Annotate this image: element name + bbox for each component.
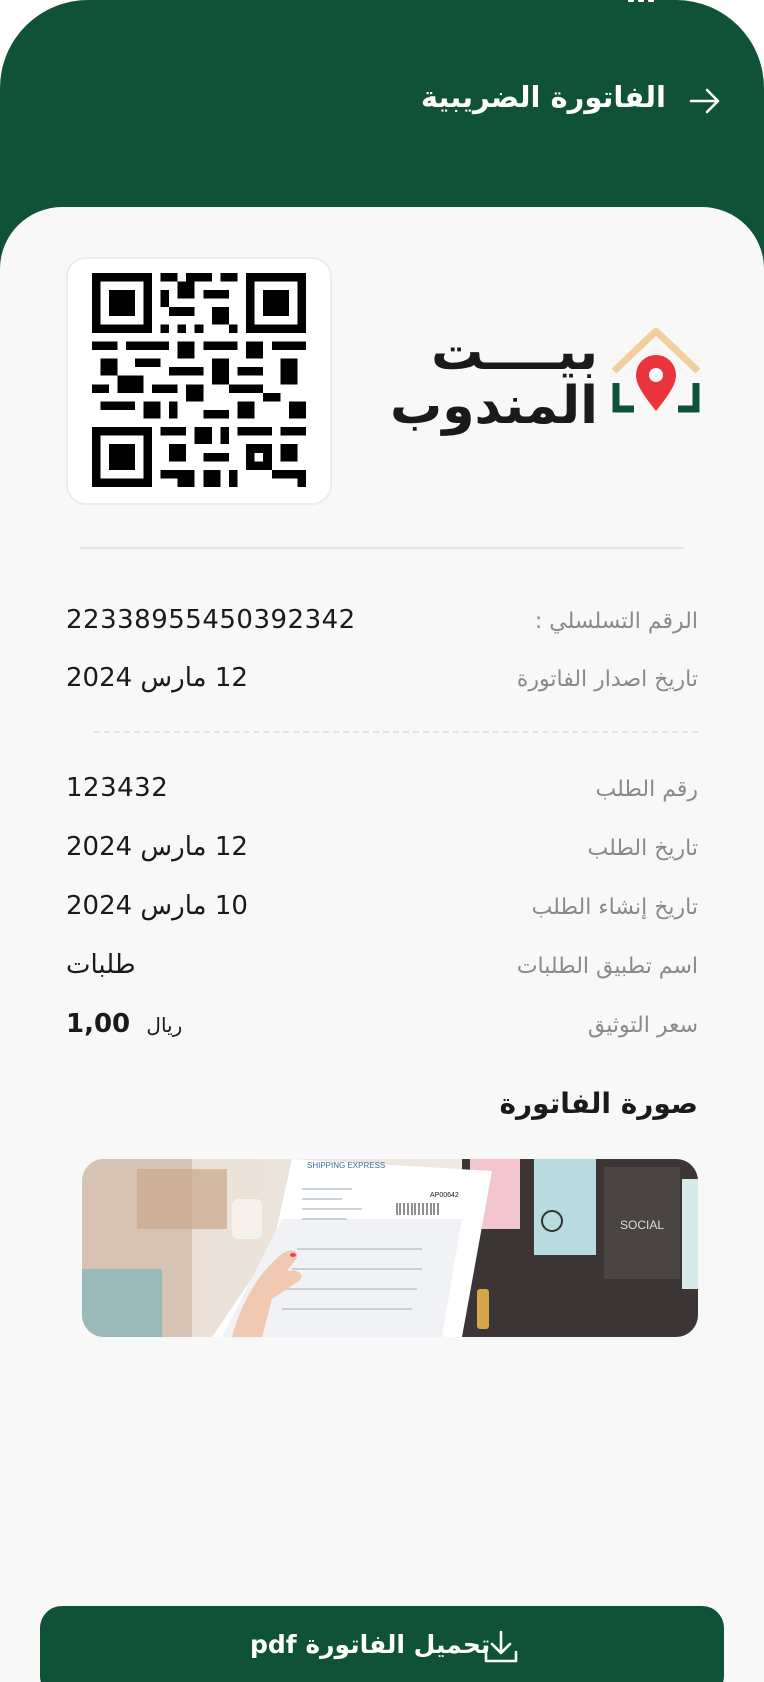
top-bar: الفاتورة الضريبية [0, 70, 764, 130]
shipping-express-text: SHIPPING EXPRESS [307, 1161, 385, 1170]
qr-code-card [66, 257, 332, 505]
order-date-row: تاريخ الطلب 12 مارس 2024 [66, 832, 698, 872]
status-icon [68, 0, 82, 4]
signal-icon [628, 0, 654, 2]
social-text: SOCIAL [620, 1218, 664, 1232]
brand-wordmark: بيــــت المندوب [368, 325, 598, 433]
issue-date-label: تاريخ اصدار الفاتورة [516, 667, 698, 692]
price-amount: 1,00 [66, 1009, 131, 1039]
arrow-right-icon [689, 88, 720, 114]
serial-label: الرقم التسلسلي : [534, 609, 698, 634]
invoice-image-title: صورة الفاتورة [499, 1087, 698, 1120]
created-date-value: 10 مارس 2024 [66, 891, 248, 921]
app-name-row: اسم تطبيق الطلبات طلبات [66, 950, 698, 990]
order-date-label: تاريخ الطلب [587, 836, 698, 861]
app-screen: الفاتورة الضريبية بيــــت المندوب الرقم … [0, 0, 764, 1682]
divider [80, 547, 684, 549]
download-pdf-label: تحميل الفاتورة pdf [250, 1630, 491, 1659]
brand-line-1: بيــــت [431, 322, 598, 382]
invoice-photo[interactable]: SOCIAL SHIPPING EXPRESS AP00642 [82, 1159, 698, 1337]
price-row: سعر التوثيق ريال 1,00 [66, 1009, 698, 1049]
page-title: الفاتورة الضريبية [420, 80, 666, 114]
order-number-value: 123432 [66, 773, 169, 803]
order-date-value: 12 مارس 2024 [66, 832, 248, 862]
price-label: سعر التوثيق [587, 1013, 698, 1038]
download-pdf-button[interactable]: تحميل الفاتورة pdf [40, 1606, 724, 1682]
status-bar [0, 0, 764, 10]
created-date-label: تاريخ إنشاء الطلب [531, 895, 698, 920]
price-value: ريال 1,00 [66, 1009, 182, 1039]
serial-row: الرقم التسلسلي : 22338955450392342 [66, 605, 698, 645]
qr-code-icon [92, 273, 306, 487]
app-name-label: اسم تطبيق الطلبات [516, 954, 698, 979]
invoice-photo-illustration: SOCIAL SHIPPING EXPRESS AP00642 [82, 1159, 698, 1337]
brand-line-2: المندوب [389, 376, 598, 436]
house-location-pin-icon [611, 327, 701, 413]
back-button[interactable] [688, 84, 722, 118]
created-date-row: تاريخ إنشاء الطلب 10 مارس 2024 [66, 891, 698, 931]
serial-value: 22338955450392342 [66, 605, 356, 635]
download-icon [484, 1630, 518, 1663]
price-currency: ريال [146, 1013, 183, 1037]
order-number-label: رقم الطلب [595, 777, 698, 802]
issue-date-row: تاريخ اصدار الفاتورة 12 مارس 2024 [66, 663, 698, 703]
brand-logo: بيــــت المندوب [390, 325, 702, 435]
order-number-row: رقم الطلب 123432 [66, 773, 698, 813]
app-name-value: طلبات [66, 950, 136, 980]
dashed-divider [94, 731, 698, 733]
receipt-code-text: AP00642 [430, 1192, 459, 1199]
invoice-sheet: بيــــت المندوب الرقم التسلسلي : 2233895… [0, 207, 764, 1682]
issue-date-value: 12 مارس 2024 [66, 663, 248, 693]
